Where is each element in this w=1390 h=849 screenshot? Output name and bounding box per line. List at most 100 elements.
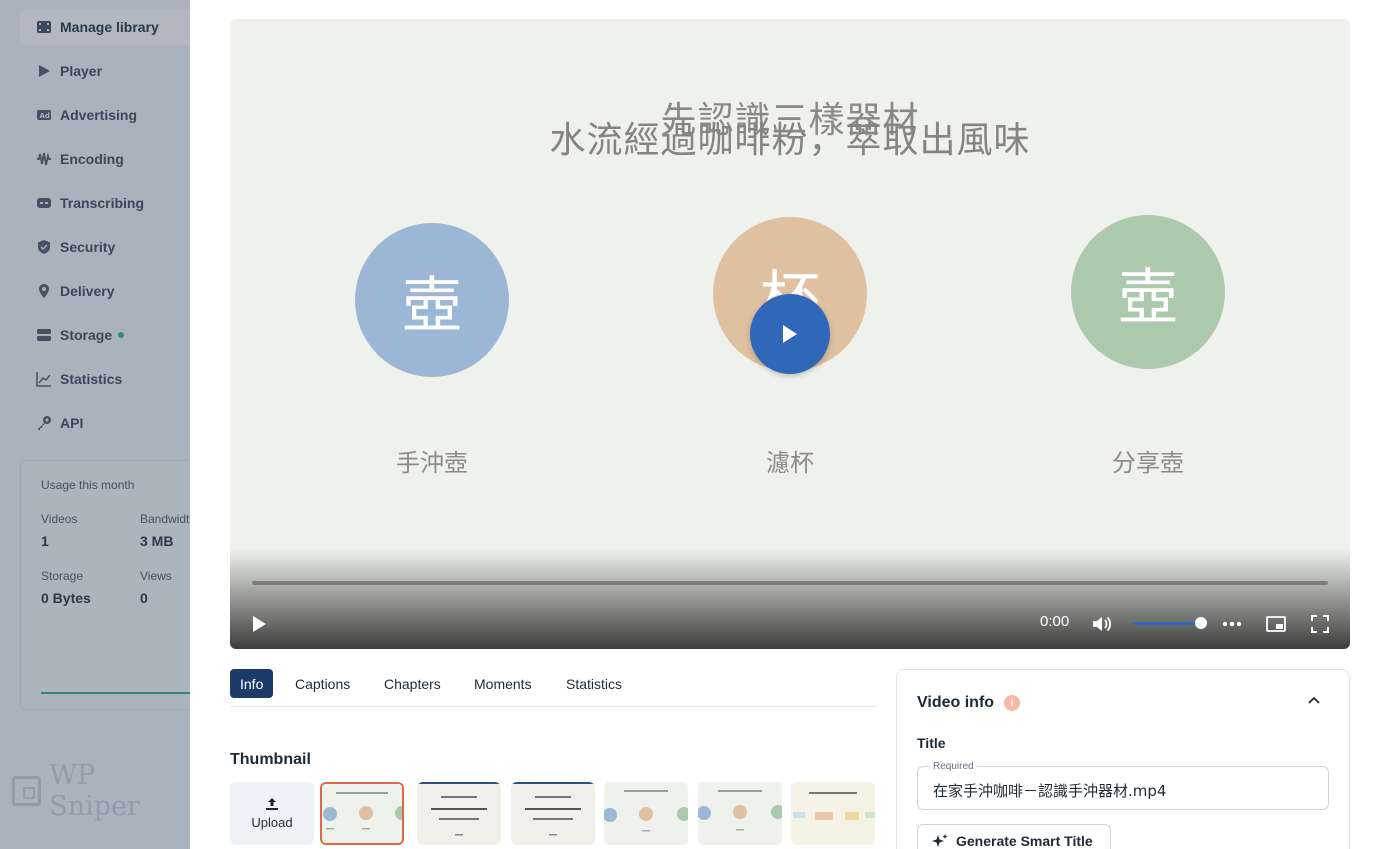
thumbnail-option[interactable] [791, 782, 875, 845]
ad-icon: Ad [36, 107, 52, 123]
pip-icon [1266, 616, 1286, 632]
fullscreen-icon [1311, 615, 1329, 633]
play-icon [783, 325, 797, 343]
sidebar-item-label: Encoding [60, 151, 124, 167]
storage-icon [36, 327, 52, 343]
chart-line-icon [36, 371, 52, 387]
detail-tabs: Info Captions Chapters Moments Statistic… [230, 669, 875, 707]
seek-bar[interactable] [252, 581, 1328, 585]
sidebar-item-transcribing[interactable]: Transcribing [20, 185, 190, 221]
usage-card: Usage this month Videos 1 Bandwidth 3 MB… [20, 460, 190, 710]
sidebar-item-label: Storage [60, 327, 113, 343]
thumbnail-heading: Thumbnail [230, 751, 311, 768]
usage-storage-label: Storage [41, 569, 84, 583]
player-controls: 0:00 [230, 549, 1350, 649]
shield-icon [36, 239, 52, 255]
video-info-heading: Video info i [917, 694, 1021, 712]
mute-button[interactable] [1090, 612, 1114, 636]
caption-icon [36, 195, 52, 211]
play-icon [253, 616, 266, 632]
watermark-logo: WP Sniper [12, 760, 190, 822]
play-button[interactable] [248, 613, 270, 635]
item-label: 手沖壺 [396, 450, 468, 477]
time-display: 0:00 [1040, 613, 1070, 630]
location-pin-icon [36, 283, 52, 299]
required-label: Required [930, 761, 977, 772]
sparkle-icon [932, 834, 948, 847]
fullscreen-button[interactable] [1308, 612, 1332, 636]
title-input[interactable]: Required 在家手沖咖啡－認識手沖器材.mp4 [917, 761, 1329, 810]
sidebar-item-delivery[interactable]: Delivery [20, 273, 190, 309]
volume-slider[interactable] [1133, 622, 1201, 625]
more-dots-icon [1222, 621, 1242, 627]
key-icon [36, 415, 52, 431]
item-glyph: 壺 [1118, 263, 1178, 331]
thumbnail-option[interactable] [320, 782, 404, 845]
smart-title-label: Generate Smart Title [956, 833, 1093, 849]
upload-thumbnail-button[interactable]: Upload [230, 782, 314, 845]
picture-in-picture-button[interactable] [1264, 612, 1288, 636]
sidebar-item-label: Advertising [60, 107, 138, 123]
usage-storage-value: 0 Bytes [41, 590, 91, 606]
sidebar-item-label: API [60, 415, 84, 431]
video-player[interactable]: 先認識三樣器材 水流經過咖啡粉，萃取出風味 壺 杯 壺 手沖壺 濾杯 分享壺 0… [230, 19, 1350, 649]
usage-videos-label: Videos [41, 512, 78, 526]
more-options-button[interactable] [1220, 612, 1244, 636]
usage-chart-line [41, 692, 190, 694]
volume-slider-handle[interactable] [1195, 617, 1207, 629]
video-info-title: Video info [917, 694, 995, 711]
sidebar-item-label: Transcribing [60, 195, 145, 211]
title-field-label: Title [917, 735, 946, 751]
info-icon[interactable]: i [1004, 695, 1021, 711]
sidebar: Manage library Player Ad Advertising Enc… [0, 0, 190, 849]
thumbnail-option[interactable] [511, 782, 595, 845]
usage-bandwidth-label: Bandwidth [140, 512, 190, 526]
tab-moments[interactable]: Moments [464, 669, 542, 698]
logo-mark-icon [12, 776, 42, 806]
sidebar-item-player[interactable]: Player [20, 53, 190, 89]
usage-views-value: 0 [140, 590, 148, 606]
item-circle: 壺 [355, 223, 509, 377]
usage-title: Usage this month [41, 478, 135, 492]
tab-info[interactable]: Info [230, 669, 274, 698]
sidebar-item-api[interactable]: API [20, 405, 190, 441]
logo-text: WP Sniper [49, 760, 140, 822]
video-info-panel: Video info i Title Required 在家手沖咖啡－認識手沖器… [896, 669, 1350, 849]
play-icon [36, 63, 52, 79]
sidebar-item-encoding[interactable]: Encoding [20, 141, 190, 177]
sidebar-item-label: Player [60, 63, 103, 79]
page: Manage library Player Ad Advertising Enc… [0, 0, 1390, 849]
item-label: 分享壺 [1112, 450, 1184, 477]
thumbnail-option[interactable] [698, 782, 782, 845]
sidebar-item-manage-library[interactable]: Manage library [20, 9, 190, 45]
usage-bandwidth-value: 3 MB [140, 533, 174, 549]
thumbnail-option[interactable] [417, 782, 501, 845]
thumbnail-option[interactable] [604, 782, 688, 845]
title-input-value: 在家手沖咖啡－認識手沖器材.mp4 [933, 782, 1167, 800]
generate-smart-title-button[interactable]: Generate Smart Title [917, 824, 1111, 849]
volume-icon [1093, 616, 1112, 632]
sidebar-item-label: Statistics [60, 371, 123, 387]
item-glyph: 壺 [402, 271, 462, 339]
film-icon [36, 19, 52, 35]
usage-videos-value: 1 [41, 533, 49, 549]
sidebar-item-advertising[interactable]: Ad Advertising [20, 97, 190, 133]
upload-icon [266, 798, 278, 810]
sidebar-item-storage[interactable]: Storage [20, 317, 190, 353]
tab-statistics[interactable]: Statistics [556, 669, 632, 698]
collapse-button[interactable] [1304, 690, 1324, 710]
sidebar-item-statistics[interactable]: Statistics [20, 361, 190, 397]
svg-text:Ad: Ad [40, 112, 50, 120]
item-label: 濾杯 [766, 450, 814, 477]
sidebar-item-security[interactable]: Security [20, 229, 190, 265]
storage-status-dot [118, 332, 125, 338]
tab-chapters[interactable]: Chapters [374, 669, 451, 698]
sidebar-item-label: Delivery [60, 283, 115, 299]
sidebar-item-label: Security [60, 239, 116, 255]
chevron-up-icon [1308, 696, 1320, 704]
usage-views-label: Views [140, 569, 172, 583]
big-play-button[interactable] [750, 294, 830, 374]
item-circle: 壺 [1071, 215, 1225, 369]
tab-captions[interactable]: Captions [285, 669, 360, 698]
upload-label: Upload [251, 815, 293, 830]
